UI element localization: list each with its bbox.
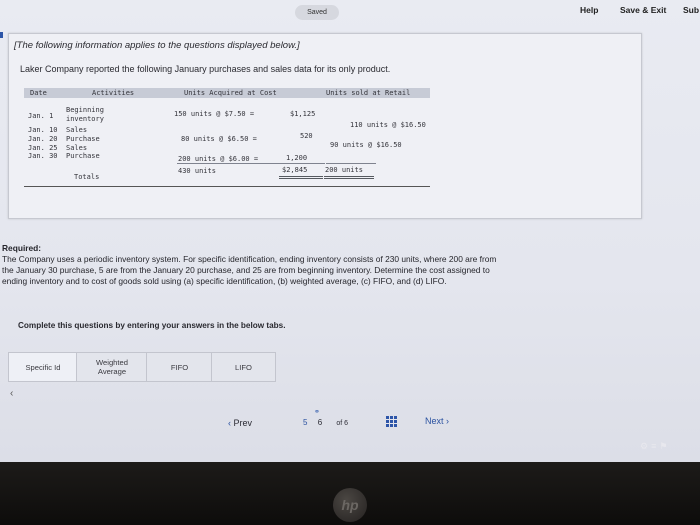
table-row: Jan. 20 bbox=[28, 135, 58, 143]
double-rule bbox=[324, 178, 374, 179]
double-rule bbox=[279, 176, 323, 177]
subtotal-rule bbox=[326, 163, 376, 164]
page-indicator: 5 6 of 6 bbox=[303, 418, 348, 427]
instruction-text: Complete this questions by entering your… bbox=[18, 321, 286, 330]
table-cell-activity: Beginning bbox=[66, 106, 104, 114]
laptop-bezel: hp bbox=[0, 462, 700, 525]
table-cell-cost: 1,200 bbox=[286, 154, 308, 162]
required-heading: Required: bbox=[2, 243, 42, 253]
flag-icon[interactable]: ⚑ bbox=[659, 441, 670, 451]
table-cell-activity: Sales bbox=[66, 144, 88, 152]
totals-label: Totals bbox=[74, 173, 100, 181]
tab-label: LIFO bbox=[235, 362, 252, 372]
totals-units: 430 units bbox=[178, 167, 216, 175]
subtotal-rule bbox=[177, 163, 325, 164]
table-cell-cost: 520 bbox=[300, 132, 313, 140]
chevron-left-icon: ‹ bbox=[228, 418, 231, 428]
tab-label: Average bbox=[97, 367, 127, 376]
table-row: Jan. 1 bbox=[28, 112, 54, 120]
saved-status-badge: Saved bbox=[295, 5, 339, 20]
hp-logo: hp bbox=[333, 488, 367, 522]
help-link[interactable]: Help bbox=[580, 5, 598, 15]
chevron-right-icon: › bbox=[446, 416, 450, 426]
tab-label: Specific Id bbox=[25, 362, 61, 372]
required-section: Required: The Company uses a periodic in… bbox=[2, 243, 662, 287]
totals-sold: 200 units bbox=[325, 166, 363, 174]
header-activities: Activities bbox=[92, 89, 135, 97]
table-cell-acquired: 150 units @ $7.50 = bbox=[174, 110, 255, 118]
tab-label: Weighted bbox=[96, 358, 128, 367]
required-line: the January 30 purchase, 5 are from the … bbox=[2, 265, 490, 275]
table-cell-activity: Purchase bbox=[66, 135, 100, 143]
table-cell-activity: Purchase bbox=[66, 152, 100, 160]
browser-screen: Saved Help Save & Exit Sub [The followin… bbox=[0, 0, 700, 462]
table-cell-acquired: 80 units @ $6.50 = bbox=[181, 135, 257, 143]
tab-fifo[interactable]: FIFO bbox=[146, 352, 213, 382]
table-cell-activity: Sales bbox=[66, 126, 88, 134]
tab-lifo[interactable]: LIFO bbox=[211, 352, 276, 382]
table-cell-activity: inventory bbox=[66, 115, 104, 123]
next-label: Next bbox=[425, 416, 444, 426]
table-row: Jan. 25 bbox=[28, 144, 58, 152]
link-icon: ⚭ bbox=[314, 409, 320, 416]
table-cell-sold: 90 units @ $16.50 bbox=[330, 141, 402, 149]
logo-text: hp bbox=[341, 497, 359, 513]
left-marker bbox=[0, 32, 3, 38]
table-cell-acquired: 200 units @ $6.00 = bbox=[178, 155, 259, 163]
prev-label: Prev bbox=[233, 418, 253, 428]
header-units-sold: Units sold at Retail bbox=[326, 89, 411, 97]
totals-cost: $2,845 bbox=[282, 166, 308, 174]
top-bar: Saved Help Save & Exit Sub bbox=[0, 0, 700, 26]
double-rule bbox=[324, 176, 374, 177]
tab-weighted-average[interactable]: Weighted Average bbox=[76, 352, 148, 382]
required-line: ending inventory and to cost of goods so… bbox=[2, 276, 447, 286]
required-line: The Company uses a periodic inventory sy… bbox=[2, 254, 497, 264]
settings-icon[interactable]: ⚙ bbox=[640, 441, 651, 451]
table-cell-sold: 110 units @ $16.50 bbox=[350, 121, 426, 129]
grid-view-icon[interactable] bbox=[386, 416, 397, 427]
page-total-label: of 6 bbox=[336, 420, 349, 427]
table-cell-cost: $1,125 bbox=[290, 110, 316, 118]
table-row: Jan. 30 bbox=[28, 152, 58, 160]
tab-specific-id[interactable]: Specific Id bbox=[8, 352, 78, 382]
double-rule bbox=[279, 178, 323, 179]
problem-description: Laker Company reported the following Jan… bbox=[20, 64, 391, 74]
table-bottom-rule bbox=[24, 186, 430, 187]
save-exit-link[interactable]: Save & Exit bbox=[620, 5, 666, 15]
chevron-left-icon[interactable]: ‹ bbox=[10, 388, 13, 399]
page-number-box[interactable]: 6 bbox=[318, 418, 322, 427]
tab-label: FIFO bbox=[170, 362, 189, 372]
system-tray: ⚙≡⚑ bbox=[640, 441, 670, 452]
purchases-sales-table: Date Activities Units Acquired at Cost U… bbox=[24, 88, 430, 188]
header-units-acquired: Units Acquired at Cost bbox=[184, 89, 277, 97]
next-button[interactable]: Next › bbox=[425, 416, 449, 426]
current-page-label[interactable]: 5 bbox=[303, 418, 307, 427]
prev-button[interactable]: ‹ Prev bbox=[228, 418, 252, 428]
table-row: Jan. 10 bbox=[28, 126, 58, 134]
submit-link[interactable]: Sub bbox=[683, 5, 699, 15]
applies-note: [The following information applies to th… bbox=[14, 40, 300, 51]
header-date: Date bbox=[30, 89, 47, 97]
